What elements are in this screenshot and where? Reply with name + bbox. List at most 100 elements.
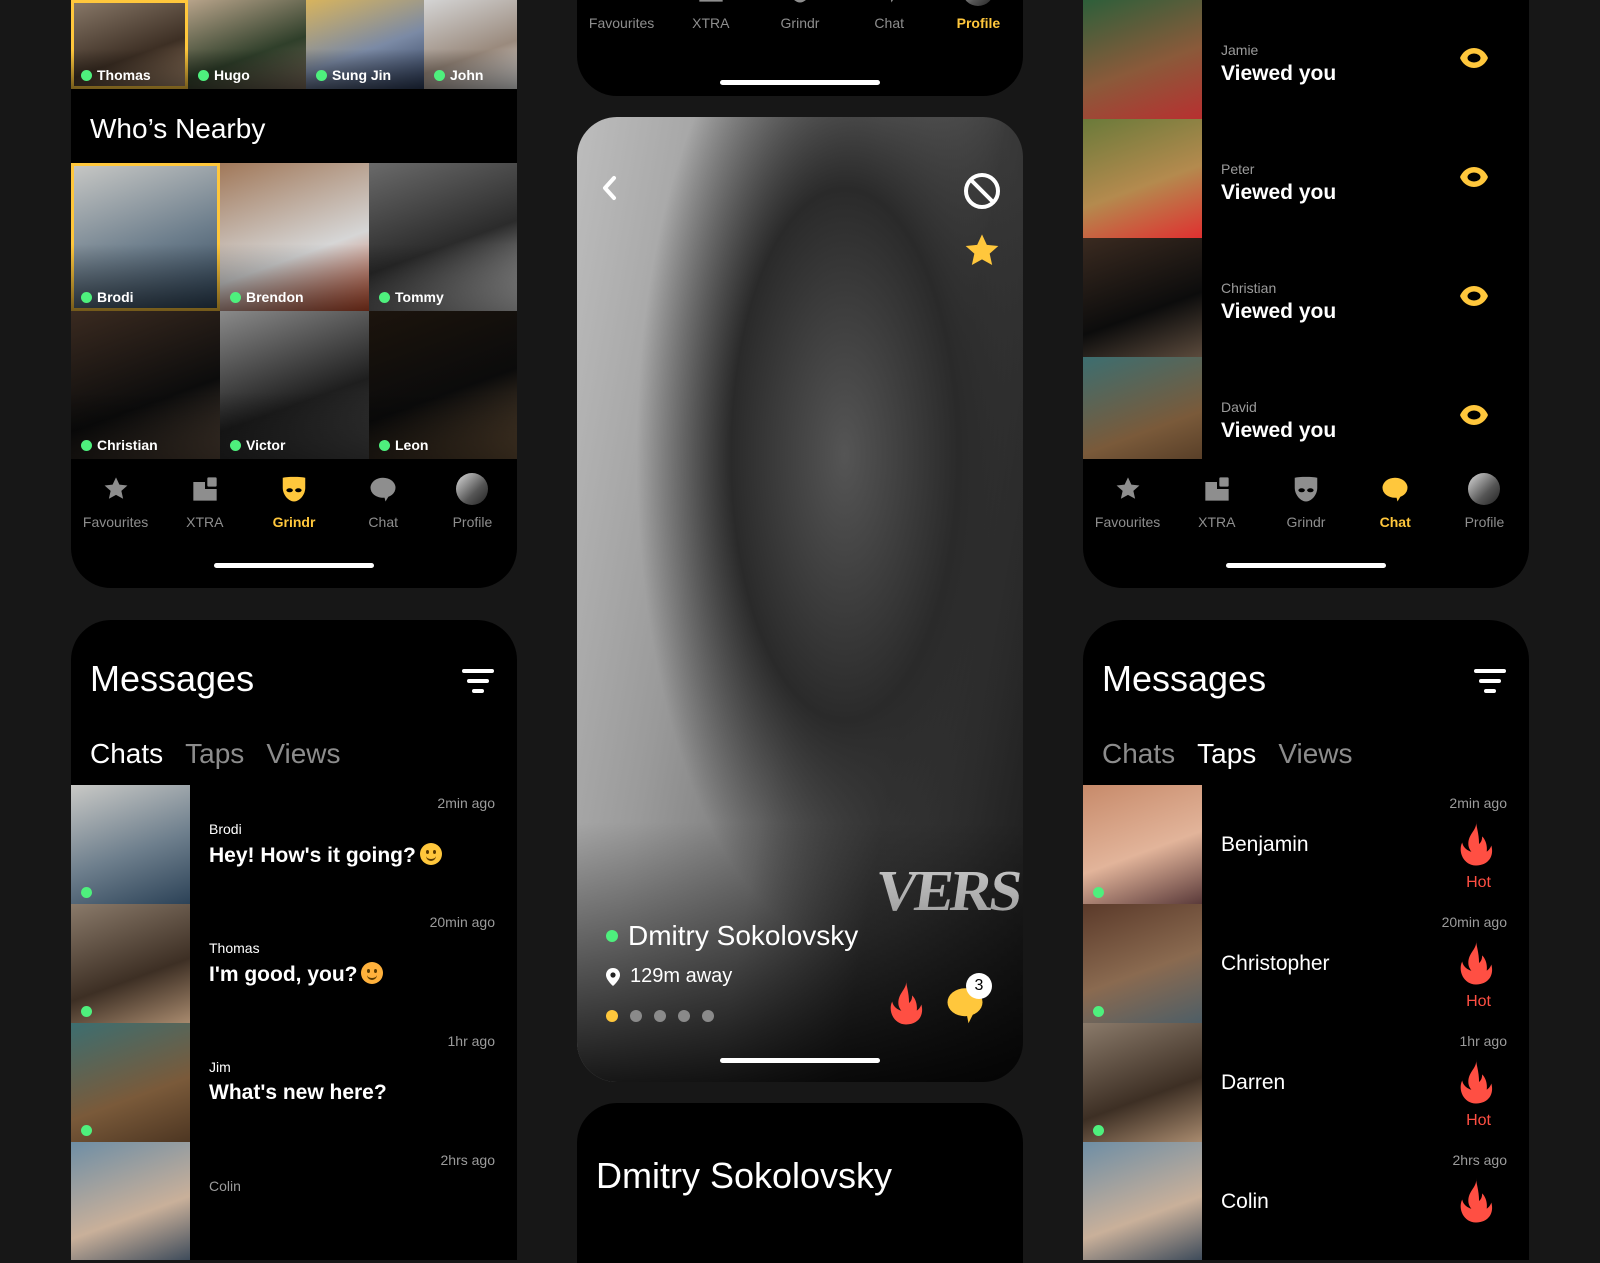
tap-row[interactable]: Darren 1hr ago Hot xyxy=(1083,1023,1529,1142)
tap-row[interactable]: Christopher 20min ago Hot xyxy=(1083,904,1529,1023)
tab-views[interactable]: Views xyxy=(266,738,340,770)
home-indicator xyxy=(1226,563,1386,568)
distance-row: 129m away xyxy=(606,965,732,988)
nav-profile[interactable]: Profile xyxy=(1440,459,1529,531)
back-button[interactable] xyxy=(595,173,623,203)
online-dot xyxy=(1093,1006,1104,1017)
online-dot xyxy=(81,439,92,451)
online-dot xyxy=(198,69,209,81)
viewer-name: Peter xyxy=(1221,161,1255,177)
chat-row[interactable]: 2min ago Brodi Hey! How's it going? xyxy=(71,785,517,904)
nearby-top-tile[interactable]: Hugo xyxy=(188,0,306,89)
pager-dot[interactable] xyxy=(654,1010,666,1022)
chat-row[interactable]: 1hr ago Jim What's new here? xyxy=(71,1023,517,1142)
profile-name: Dmitry Sokolovsky xyxy=(628,920,859,951)
profile-avatar-icon xyxy=(1468,473,1501,505)
nearby-grid-tile[interactable]: Christian xyxy=(71,311,220,459)
eye-icon xyxy=(1460,167,1488,187)
chat-preview: I'm good, you? xyxy=(209,962,384,987)
avatar xyxy=(1083,119,1202,238)
chat-bubble-icon xyxy=(1379,473,1411,505)
chat-button[interactable]: 3 xyxy=(940,973,992,1027)
tap-row[interactable]: Colin 2hrs ago xyxy=(1083,1142,1529,1260)
nav-label: Grindr xyxy=(272,514,316,530)
nav-grindr[interactable]: Grindr xyxy=(1261,459,1350,531)
filter-icon[interactable] xyxy=(1473,666,1507,696)
nav-profile[interactable]: Profile xyxy=(428,459,517,531)
view-row[interactable]: Jamie Viewed you xyxy=(1083,0,1529,119)
tap-row[interactable]: Benjamin 2min ago Hot xyxy=(1083,785,1529,904)
bottom-gradient xyxy=(577,822,1023,1082)
chat-time: 2min ago xyxy=(437,795,495,811)
nearby-top-tile[interactable]: John xyxy=(424,0,517,89)
chat-time: 20min ago xyxy=(429,914,495,930)
nav-label: Grindr xyxy=(1286,514,1326,530)
online-dot xyxy=(379,291,390,303)
nav-grindr[interactable]: Grindr xyxy=(249,459,338,531)
chevron-left-icon xyxy=(603,176,616,200)
nearby-grid-tile[interactable]: Tommy xyxy=(369,163,517,311)
pager-dot-active[interactable] xyxy=(606,1010,618,1022)
flame-icon xyxy=(1460,1178,1493,1223)
section-title: Who’s Nearby xyxy=(90,113,266,144)
nav-favourites[interactable]: Favourites xyxy=(577,0,666,46)
nearby-grid-tile[interactable]: Leon xyxy=(369,311,517,459)
nav-profile[interactable]: Profile xyxy=(934,0,1023,46)
nearby-top-tile[interactable]: Thomas xyxy=(71,0,188,89)
view-row[interactable]: Christian Viewed you xyxy=(1083,238,1529,357)
nav-label: XTRA xyxy=(186,514,224,530)
pager-dot[interactable] xyxy=(702,1010,714,1022)
chat-time: 2hrs ago xyxy=(440,1152,495,1168)
chat-row[interactable]: 20min ago Thomas I'm good, you? xyxy=(71,904,517,1023)
nav-chat[interactable]: Chat xyxy=(339,459,428,531)
favourite-button[interactable] xyxy=(961,230,1003,272)
nav-xtra[interactable]: XTRA xyxy=(666,0,755,46)
messages-tabs: Chats Taps Views xyxy=(1102,738,1353,770)
online-dot xyxy=(81,291,92,303)
pager-dot[interactable] xyxy=(678,1010,690,1022)
tap-time: 2hrs ago xyxy=(1452,1152,1507,1168)
online-dot xyxy=(81,887,92,898)
nav-favourites[interactable]: Favourites xyxy=(1083,459,1172,531)
home-indicator xyxy=(720,80,880,85)
nearby-grid-tile[interactable]: Brodi xyxy=(71,163,220,311)
xtra-icon xyxy=(695,0,727,6)
view-row[interactable]: Peter Viewed you xyxy=(1083,119,1529,238)
tab-taps[interactable]: Taps xyxy=(185,738,244,770)
profile-name-row: Dmitry Sokolovsky xyxy=(606,920,858,952)
nearby-grid-tile[interactable]: Victor xyxy=(220,311,369,459)
avatar xyxy=(1083,904,1202,1023)
tap-tag: Hot xyxy=(1466,993,1491,1010)
nav-xtra[interactable]: XTRA xyxy=(160,459,249,531)
nav-chat[interactable]: Chat xyxy=(845,0,934,46)
xtra-icon xyxy=(1201,473,1233,505)
chat-bubble-icon xyxy=(873,0,905,6)
nearby-grid-tile[interactable]: Brendon xyxy=(220,163,369,311)
tab-views[interactable]: Views xyxy=(1278,738,1352,770)
nav-label: Favourites xyxy=(82,514,149,530)
profile-screen: VERS Dmitry Sokolovsky 129m away 3 xyxy=(577,117,1023,1082)
nav-favourites[interactable]: Favourites xyxy=(71,459,160,531)
view-status: Viewed you xyxy=(1221,419,1337,442)
nearby-top-tile[interactable]: Sung Jin xyxy=(306,0,424,89)
nav-xtra[interactable]: XTRA xyxy=(1172,459,1261,531)
nav-grindr[interactable]: Grindr xyxy=(755,0,844,46)
tab-taps[interactable]: Taps xyxy=(1197,738,1256,770)
tab-chats[interactable]: Chats xyxy=(90,738,163,770)
block-button[interactable] xyxy=(962,171,1002,211)
distance-text: 129m away xyxy=(630,965,733,987)
chat-time: 1hr ago xyxy=(447,1033,495,1049)
chat-row[interactable]: 2hrs ago Colin xyxy=(71,1142,517,1260)
view-row[interactable]: David Viewed you xyxy=(1083,357,1529,459)
filter-icon[interactable] xyxy=(461,666,495,696)
pager-dot[interactable] xyxy=(630,1010,642,1022)
nav-label: Chat xyxy=(1379,514,1411,530)
tap-button[interactable] xyxy=(885,979,927,1027)
tab-chats[interactable]: Chats xyxy=(1102,738,1175,770)
online-dot xyxy=(230,439,241,451)
tap-time: 20min ago xyxy=(1441,914,1507,930)
photo-pager[interactable] xyxy=(606,1010,714,1022)
tap-time: 1hr ago xyxy=(1459,1033,1507,1049)
nav-chat[interactable]: Chat xyxy=(1351,459,1440,531)
nav-label: Favourites xyxy=(588,15,655,31)
